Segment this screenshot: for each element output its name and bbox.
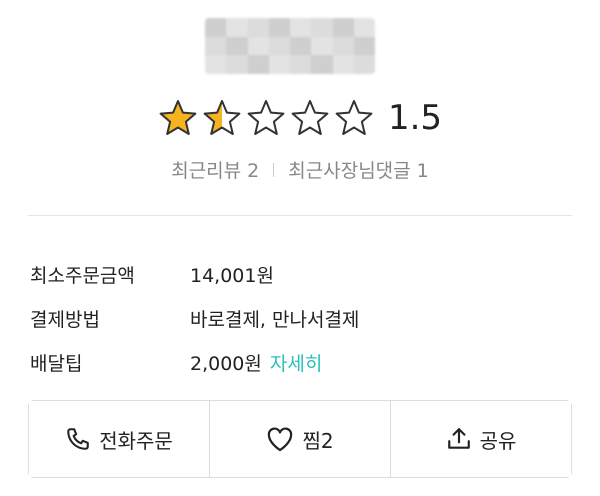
share-label: 공유	[479, 428, 517, 453]
owner-replies-count[interactable]: 최근사장님댓글 1	[288, 156, 429, 183]
star-icon	[334, 98, 374, 138]
min-order-value: 14,001원	[190, 264, 274, 287]
call-order-button[interactable]: 전화주문	[29, 401, 209, 477]
separator	[273, 162, 275, 177]
delivery-tip-detail-link[interactable]: 자세히	[270, 349, 322, 376]
min-order-row: 최소주문금액 14,001원	[30, 252, 570, 296]
delivery-tip-row: 배달팁 2,000원 자세히	[30, 340, 570, 384]
store-info: 최소주문금액 14,001원 결제방법 바로결제, 만나서결제 배달팁 2,00…	[30, 252, 570, 384]
payment-method-value: 바로결제, 만나서결제	[190, 308, 360, 331]
share-button[interactable]: 공유	[390, 401, 571, 477]
star-icon	[158, 98, 198, 138]
store-name-blurred	[205, 18, 375, 74]
star-icon	[246, 98, 286, 138]
star-icon	[290, 98, 330, 138]
heart-icon	[266, 426, 294, 452]
recent-reviews-count[interactable]: 최근리뷰 2	[171, 156, 259, 183]
divider	[28, 215, 572, 216]
action-bar: 전화주문 찜2 공유	[28, 400, 572, 478]
favorite-button[interactable]: 찜2	[209, 401, 390, 477]
favorite-label: 찜2	[302, 428, 334, 453]
review-counts: 최근리뷰 2 최근사장님댓글 1	[0, 156, 600, 183]
delivery-tip-value-group: 2,000원 자세히	[190, 349, 322, 376]
phone-icon	[65, 426, 91, 452]
star-icon	[202, 98, 242, 138]
delivery-tip-value: 2,000원	[190, 352, 262, 375]
rating-row: 1.5	[0, 98, 600, 138]
payment-method-row: 결제방법 바로결제, 만나서결제	[30, 296, 570, 340]
share-icon	[446, 426, 472, 452]
payment-method-label: 결제방법	[30, 308, 100, 331]
call-order-label: 전화주문	[99, 428, 173, 453]
rating-value: 1.5	[387, 98, 443, 138]
delivery-tip-label: 배달팁	[30, 352, 83, 375]
min-order-label: 최소주문금액	[30, 264, 135, 287]
